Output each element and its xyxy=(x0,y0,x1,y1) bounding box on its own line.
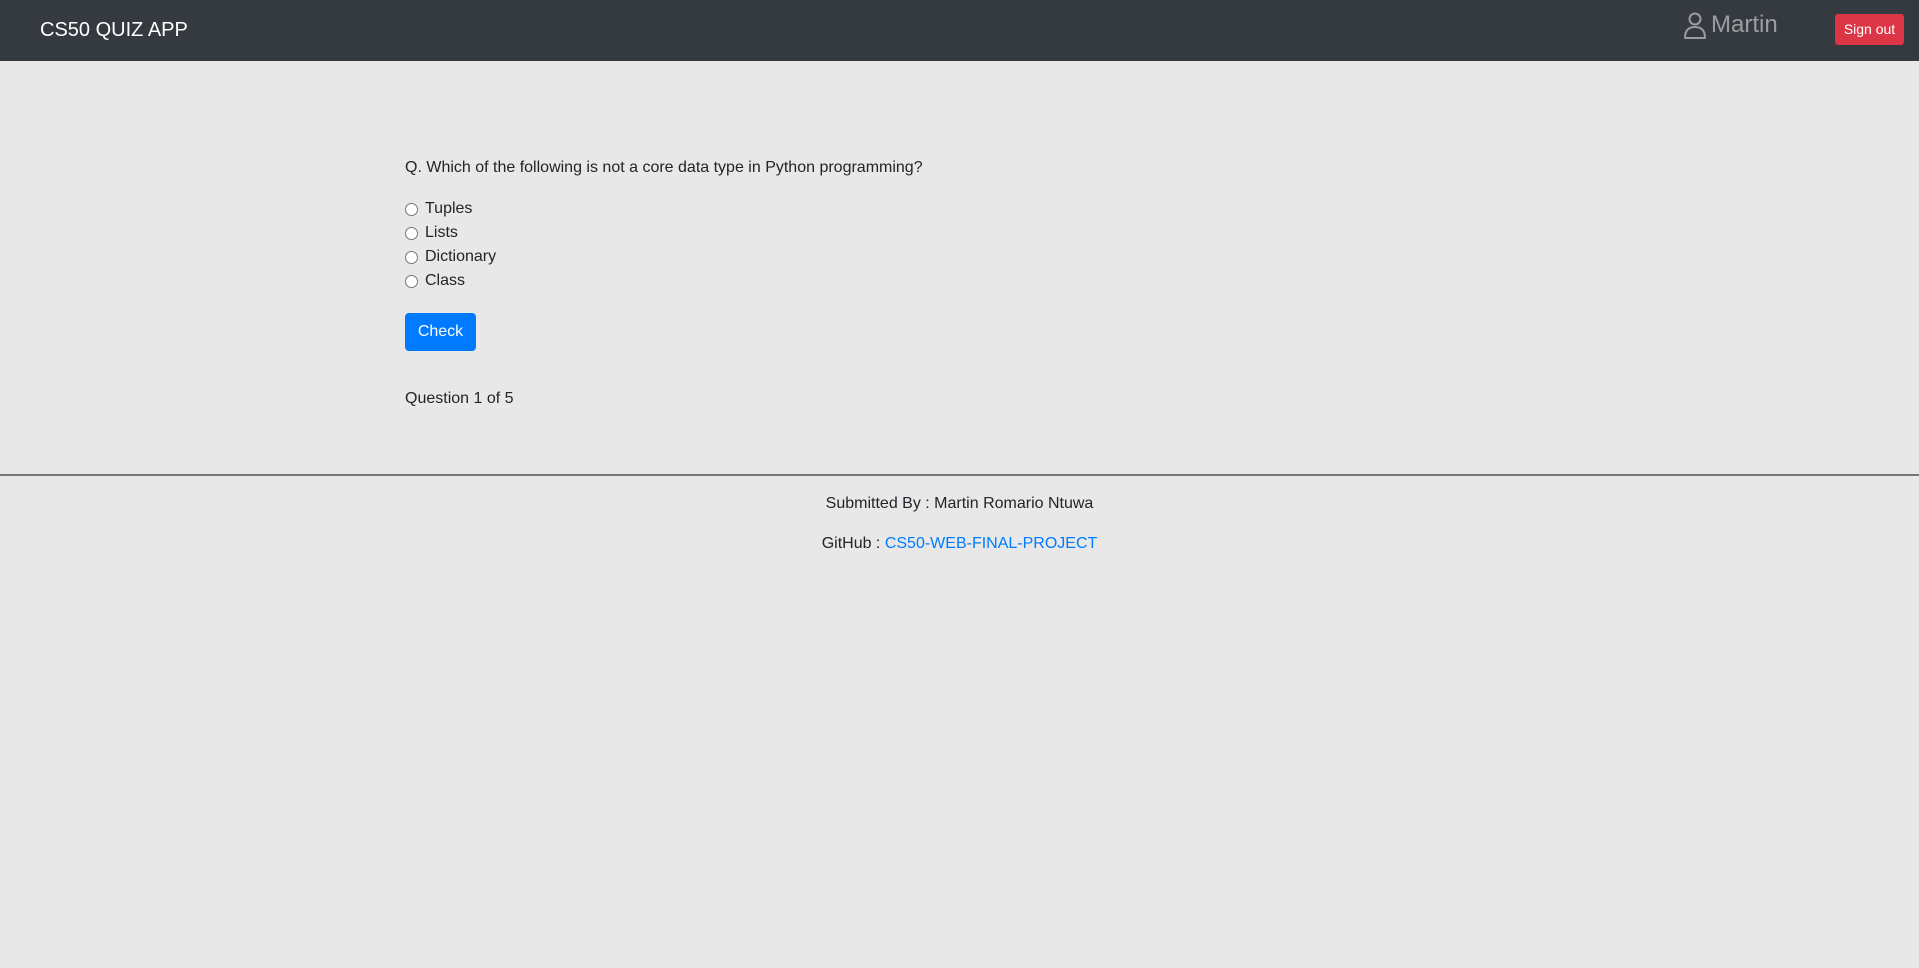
option-label: Tuples xyxy=(425,200,473,217)
option-tuples[interactable]: Tuples xyxy=(405,197,496,221)
github-link[interactable]: CS50-WEB-FINAL-PROJECT xyxy=(885,535,1097,552)
github-label: GitHub : xyxy=(821,535,885,552)
radio-button[interactable] xyxy=(405,226,418,240)
footer-divider xyxy=(0,474,1919,476)
user-menu[interactable]: Martin xyxy=(1683,10,1778,40)
option-class[interactable]: Class xyxy=(405,269,496,293)
submitted-by: Submitted By : Martin Romario Ntuwa xyxy=(825,495,1094,512)
answer-options: Tuples Lists Dictionary Class xyxy=(405,197,496,293)
username: Martin xyxy=(1711,11,1778,38)
option-label: Lists xyxy=(425,224,458,241)
option-label: Dictionary xyxy=(425,248,497,265)
radio-button[interactable] xyxy=(405,250,418,264)
question-text: Q. Which of the following is not a core … xyxy=(405,159,923,176)
navbar: CS50 QUIZ APP Martin Sign out xyxy=(0,0,1919,61)
check-button[interactable]: Check xyxy=(405,313,476,351)
brand-title[interactable]: CS50 QUIZ APP xyxy=(40,18,188,42)
user-icon xyxy=(1684,12,1706,39)
option-dictionary[interactable]: Dictionary xyxy=(405,245,496,269)
sign-out-button[interactable]: Sign out xyxy=(1835,14,1904,45)
radio-button[interactable] xyxy=(405,274,418,288)
radio-button[interactable] xyxy=(405,202,418,216)
option-lists[interactable]: Lists xyxy=(405,221,496,245)
question-progress: Question 1 of 5 xyxy=(405,390,514,407)
option-label: Class xyxy=(425,272,466,289)
github-line: GitHub : CS50-WEB-FINAL-PROJECT xyxy=(0,533,1919,555)
